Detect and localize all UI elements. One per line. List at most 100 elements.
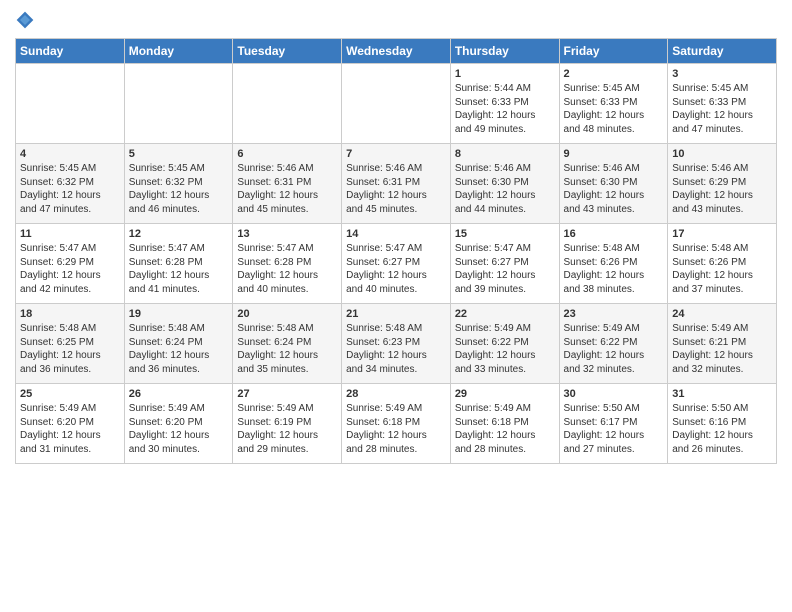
day-info: Sunrise: 5:46 AMSunset: 6:30 PMDaylight:…: [455, 162, 555, 216]
day-info: Sunrise: 5:46 AMSunset: 6:31 PMDaylight:…: [237, 162, 337, 216]
calendar-cell: 22 Sunrise: 5:49 AMSunset: 6:22 PMDayligh…: [450, 304, 559, 384]
calendar-cell: 14 Sunrise: 5:47 AMSunset: 6:27 PMDayligh…: [342, 224, 451, 304]
calendar-cell: 23Sunrise: 5:49 AMSunset: 6:22 PMDayligh…: [559, 304, 668, 384]
calendar-week-row: 1 Sunrise: 5:44 AMSunset: 6:33 PMDaylight…: [16, 64, 777, 144]
calendar-cell: 9 Sunrise: 5:46 AMSunset: 6:30 PMDaylight…: [559, 144, 668, 224]
logo: [15, 10, 39, 30]
day-info: Sunrise: 5:48 AMSunset: 6:24 PMDaylight:…: [237, 322, 337, 376]
calendar-week-row: 4 Sunrise: 5:45 AMSunset: 6:32 PMDaylight…: [16, 144, 777, 224]
calendar-cell: 5Sunrise: 5:45 AMSunset: 6:32 PMDaylight…: [124, 144, 233, 224]
day-info: Sunrise: 5:46 AMSunset: 6:29 PMDaylight:…: [672, 162, 772, 216]
day-number: 15: [455, 228, 555, 240]
day-info: Sunrise: 5:48 AMSunset: 6:23 PMDaylight:…: [346, 322, 446, 376]
day-number: 1: [455, 68, 555, 80]
day-number: 11: [20, 228, 120, 240]
day-info: Sunrise: 5:48 AMSunset: 6:26 PMDaylight:…: [672, 242, 772, 296]
day-info: Sunrise: 5:45 AMSunset: 6:33 PMDaylight:…: [564, 82, 664, 136]
day-info: Sunrise: 5:45 AMSunset: 6:33 PMDaylight:…: [672, 82, 772, 136]
day-number: 13: [237, 228, 337, 240]
day-number: 26: [129, 388, 229, 400]
day-number: 9: [564, 148, 664, 160]
day-info: Sunrise: 5:46 AMSunset: 6:31 PMDaylight:…: [346, 162, 446, 216]
calendar-cell: 12 Sunrise: 5:47 AMSunset: 6:28 PMDayligh…: [124, 224, 233, 304]
calendar-week-row: 11 Sunrise: 5:47 AMSunset: 6:29 PMDayligh…: [16, 224, 777, 304]
logo-icon: [15, 10, 35, 30]
calendar-cell: 13 Sunrise: 5:47 AMSunset: 6:28 PMDayligh…: [233, 224, 342, 304]
day-info: Sunrise: 5:49 AMSunset: 6:20 PMDaylight:…: [129, 402, 229, 456]
day-info: Sunrise: 5:49 AMSunset: 6:22 PMDaylight:…: [455, 322, 555, 376]
day-info: Sunrise: 5:47 AMSunset: 6:27 PMDaylight:…: [455, 242, 555, 296]
day-of-week-header: Tuesday: [233, 39, 342, 64]
day-number: 25: [20, 388, 120, 400]
day-info: Sunrise: 5:44 AMSunset: 6:33 PMDaylight:…: [455, 82, 555, 136]
calendar-cell: 31 Sunrise: 5:50 AMSunset: 6:16 PMDayligh…: [668, 384, 777, 464]
day-number: 6: [237, 148, 337, 160]
calendar-cell: [16, 64, 125, 144]
day-info: Sunrise: 5:47 AMSunset: 6:28 PMDaylight:…: [237, 242, 337, 296]
calendar-cell: 25 Sunrise: 5:49 AMSunset: 6:20 PMDayligh…: [16, 384, 125, 464]
day-number: 16: [564, 228, 664, 240]
day-number: 18: [20, 308, 120, 320]
day-of-week-header: Monday: [124, 39, 233, 64]
calendar-cell: 20 Sunrise: 5:48 AMSunset: 6:24 PMDayligh…: [233, 304, 342, 384]
calendar-cell: 4 Sunrise: 5:45 AMSunset: 6:32 PMDaylight…: [16, 144, 125, 224]
calendar-cell: 30Sunrise: 5:50 AMSunset: 6:17 PMDayligh…: [559, 384, 668, 464]
day-number: 10: [672, 148, 772, 160]
calendar-body: 1 Sunrise: 5:44 AMSunset: 6:33 PMDaylight…: [16, 64, 777, 464]
day-number: 14: [346, 228, 446, 240]
day-info: Sunrise: 5:45 AMSunset: 6:32 PMDaylight:…: [20, 162, 120, 216]
day-number: 3: [672, 68, 772, 80]
day-info: Sunrise: 5:46 AMSunset: 6:30 PMDaylight:…: [564, 162, 664, 216]
day-number: 31: [672, 388, 772, 400]
day-number: 27: [237, 388, 337, 400]
day-info: Sunrise: 5:48 AMSunset: 6:26 PMDaylight:…: [564, 242, 664, 296]
calendar-cell: 3 Sunrise: 5:45 AMSunset: 6:33 PMDaylight…: [668, 64, 777, 144]
day-info: Sunrise: 5:49 AMSunset: 6:19 PMDaylight:…: [237, 402, 337, 456]
calendar-cell: 6 Sunrise: 5:46 AMSunset: 6:31 PMDaylight…: [233, 144, 342, 224]
calendar-cell: 1 Sunrise: 5:44 AMSunset: 6:33 PMDaylight…: [450, 64, 559, 144]
calendar-cell: [124, 64, 233, 144]
day-number: 12: [129, 228, 229, 240]
day-of-week-header: Thursday: [450, 39, 559, 64]
day-info: Sunrise: 5:47 AMSunset: 6:28 PMDaylight:…: [129, 242, 229, 296]
day-of-week-header: Saturday: [668, 39, 777, 64]
day-number: 28: [346, 388, 446, 400]
day-info: Sunrise: 5:49 AMSunset: 6:22 PMDaylight:…: [564, 322, 664, 376]
day-number: 22: [455, 308, 555, 320]
day-number: 4: [20, 148, 120, 160]
day-of-week-header: Sunday: [16, 39, 125, 64]
day-number: 19: [129, 308, 229, 320]
page-header: [15, 10, 777, 30]
day-number: 5: [129, 148, 229, 160]
calendar-cell: 8Sunrise: 5:46 AMSunset: 6:30 PMDaylight…: [450, 144, 559, 224]
day-info: Sunrise: 5:47 AMSunset: 6:29 PMDaylight:…: [20, 242, 120, 296]
day-number: 17: [672, 228, 772, 240]
day-info: Sunrise: 5:47 AMSunset: 6:27 PMDaylight:…: [346, 242, 446, 296]
day-number: 21: [346, 308, 446, 320]
calendar-cell: [342, 64, 451, 144]
day-number: 29: [455, 388, 555, 400]
calendar-cell: 7Sunrise: 5:46 AMSunset: 6:31 PMDaylight…: [342, 144, 451, 224]
day-info: Sunrise: 5:50 AMSunset: 6:16 PMDaylight:…: [672, 402, 772, 456]
calendar-week-row: 25 Sunrise: 5:49 AMSunset: 6:20 PMDayligh…: [16, 384, 777, 464]
calendar-cell: 28 Sunrise: 5:49 AMSunset: 6:18 PMDayligh…: [342, 384, 451, 464]
day-info: Sunrise: 5:49 AMSunset: 6:18 PMDaylight:…: [455, 402, 555, 456]
day-info: Sunrise: 5:48 AMSunset: 6:25 PMDaylight:…: [20, 322, 120, 376]
day-number: 2: [564, 68, 664, 80]
calendar-cell: 15 Sunrise: 5:47 AMSunset: 6:27 PMDayligh…: [450, 224, 559, 304]
day-info: Sunrise: 5:49 AMSunset: 6:18 PMDaylight:…: [346, 402, 446, 456]
calendar-cell: 24Sunrise: 5:49 AMSunset: 6:21 PMDayligh…: [668, 304, 777, 384]
calendar-cell: 27 Sunrise: 5:49 AMSunset: 6:19 PMDayligh…: [233, 384, 342, 464]
calendar-cell: 11 Sunrise: 5:47 AMSunset: 6:29 PMDayligh…: [16, 224, 125, 304]
calendar-cell: 18 Sunrise: 5:48 AMSunset: 6:25 PMDayligh…: [16, 304, 125, 384]
calendar-cell: 10 Sunrise: 5:46 AMSunset: 6:29 PMDayligh…: [668, 144, 777, 224]
calendar-cell: 29 Sunrise: 5:49 AMSunset: 6:18 PMDayligh…: [450, 384, 559, 464]
calendar-cell: 2 Sunrise: 5:45 AMSunset: 6:33 PMDaylight…: [559, 64, 668, 144]
calendar-cell: 26 Sunrise: 5:49 AMSunset: 6:20 PMDayligh…: [124, 384, 233, 464]
day-info: Sunrise: 5:49 AMSunset: 6:20 PMDaylight:…: [20, 402, 120, 456]
day-number: 20: [237, 308, 337, 320]
day-of-week-header: Wednesday: [342, 39, 451, 64]
calendar-cell: 19Sunrise: 5:48 AMSunset: 6:24 PMDayligh…: [124, 304, 233, 384]
day-info: Sunrise: 5:50 AMSunset: 6:17 PMDaylight:…: [564, 402, 664, 456]
calendar-cell: [233, 64, 342, 144]
